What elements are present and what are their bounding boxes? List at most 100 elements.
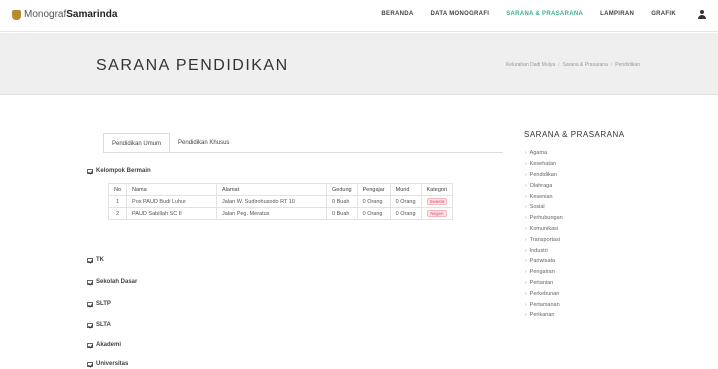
top-navbar: Monograf Samarinda BERANDA DATA MONOGRAF… bbox=[0, 0, 718, 32]
main-menu: BERANDA DATA MONOGRAFI SARANA & PRASARAN… bbox=[364, 11, 676, 17]
sidebar-item-sosial[interactable]: › Sosial bbox=[525, 202, 685, 213]
sidebar-item-olahraga[interactable]: › Olahraga bbox=[525, 180, 685, 191]
cell-alamat: Jalan Peg. Meratus bbox=[216, 207, 328, 220]
col-header-alamat: Alamat bbox=[216, 183, 328, 196]
chevron-right-icon: › bbox=[525, 236, 527, 243]
breadcrumb: Kelurahan Dadi Mulya / Sarana & Prasaran… bbox=[505, 62, 640, 68]
section-sekolah-dasar[interactable]: Sekolah Dasar bbox=[87, 279, 137, 285]
checkbox-icon bbox=[87, 361, 93, 367]
chevron-right-icon: › bbox=[525, 193, 527, 200]
chevron-right-icon: › bbox=[525, 279, 527, 286]
sidebar-item-label: Pendidikan bbox=[529, 171, 557, 178]
brand-name-light: Monograf bbox=[24, 9, 67, 20]
checkbox-icon bbox=[87, 168, 93, 174]
cell-murid: 0 Orang bbox=[389, 207, 422, 220]
cell-no: 2 bbox=[107, 207, 128, 220]
sidebar-item-label: Pertanian bbox=[529, 279, 554, 286]
sidebar-item-perikanan[interactable]: › Perikanan bbox=[525, 310, 685, 321]
sidebar-item-komunikasi[interactable]: › Komunikasi bbox=[525, 224, 685, 235]
sidebar-item-pertanian[interactable]: › Pertanian bbox=[525, 278, 685, 289]
table-header-row: No Nama Alamat Gedung Pengajar Murid Kat… bbox=[107, 183, 454, 196]
table-row: 2 PAUD Sabillah SC II Jalan Peg. Meratus… bbox=[107, 207, 454, 220]
chevron-right-icon: › bbox=[525, 301, 527, 308]
col-header-nama: Nama bbox=[126, 183, 218, 196]
breadcrumb-item-kelurahan[interactable]: Kelurahan Dadi Mulya bbox=[506, 62, 555, 68]
section-tk[interactable]: TK bbox=[87, 257, 104, 263]
tab-pendidikan-khusus[interactable]: Pendidikan Khusus bbox=[170, 133, 237, 153]
tab-bar: Pendidikan Umum Pendidikan Khusus bbox=[103, 133, 237, 153]
chevron-right-icon: › bbox=[525, 182, 527, 189]
checkbox-icon bbox=[87, 342, 93, 348]
col-header-no: No bbox=[107, 183, 128, 196]
checkbox-icon bbox=[87, 301, 93, 307]
user-icon[interactable] bbox=[698, 10, 706, 20]
cell-alamat: Jalan W. Sudirohusodo RT 10 bbox=[216, 195, 328, 208]
page-title: SARANA PENDIDIKAN bbox=[96, 57, 289, 74]
sidebar-item-label: Pariwisata bbox=[529, 258, 556, 265]
col-header-murid: Murid bbox=[389, 183, 422, 196]
menu-item-grafik[interactable]: GRAFIK bbox=[651, 11, 676, 17]
city-emblem-icon bbox=[12, 9, 21, 20]
chevron-right-icon: › bbox=[525, 258, 527, 265]
sidebar-item-perkebunan[interactable]: › Perkebunan bbox=[525, 288, 685, 299]
cell-gedung: 0 Buah bbox=[326, 207, 358, 220]
breadcrumb-item-current: Pendidikan bbox=[615, 62, 640, 68]
chevron-right-icon: › bbox=[525, 161, 527, 168]
sidebar-item-pendidikan[interactable]: › Pendidikan bbox=[525, 170, 685, 181]
sidebar-item-kesenian[interactable]: › Kesenian bbox=[525, 191, 685, 202]
section-universitas[interactable]: Universitas bbox=[87, 361, 128, 367]
chevron-right-icon: › bbox=[525, 215, 527, 222]
chevron-right-icon: › bbox=[525, 290, 527, 297]
section-label: Kelompok Bermain bbox=[96, 168, 151, 174]
menu-item-beranda[interactable]: BERANDA bbox=[381, 11, 413, 17]
brand-name-bold: Samarinda bbox=[66, 9, 118, 20]
chevron-right-icon: › bbox=[525, 225, 527, 232]
tab-pendidikan-umum[interactable]: Pendidikan Umum bbox=[103, 133, 171, 153]
cell-murid: 0 Orang bbox=[389, 195, 422, 208]
checkbox-icon bbox=[87, 322, 93, 328]
sidebar-item-label: Kesehatan bbox=[529, 161, 556, 168]
section-kelompok-bermain[interactable]: Kelompok Bermain bbox=[87, 168, 151, 174]
section-label: Universitas bbox=[96, 361, 129, 367]
sidebar-item-kesehatan[interactable]: › Kesehatan bbox=[525, 159, 685, 170]
cell-no: 1 bbox=[107, 195, 128, 208]
menu-item-sarana-prasarana[interactable]: SARANA & PRASARANA bbox=[506, 11, 583, 17]
cell-nama: PAUD Sabillah SC II bbox=[126, 207, 218, 220]
sidebar-item-transportasi[interactable]: › Transportasi bbox=[525, 234, 685, 245]
sidebar-nav: › Agama › Kesehatan › Pendidikan › Olahraga … bbox=[525, 148, 685, 321]
sidebar-item-agama[interactable]: › Agama bbox=[525, 148, 685, 159]
cell-nama: Pos PAUD Budi Luhur bbox=[126, 195, 218, 208]
sidebar-item-label: Perikanan bbox=[529, 312, 555, 319]
table-row: 1 Pos PAUD Budi Luhur Jalan W. Sudirohus… bbox=[107, 195, 454, 208]
sidebar-item-label: Komunikasi bbox=[529, 225, 559, 232]
section-label: Akademi bbox=[96, 342, 122, 348]
section-akademi[interactable]: Akademi bbox=[87, 342, 121, 348]
cell-pengajar: 0 Orang bbox=[356, 207, 391, 220]
cell-gedung: 0 Buah bbox=[326, 195, 358, 208]
col-header-gedung: Gedung bbox=[326, 183, 358, 196]
sidebar-item-pengairan[interactable]: › Pengairan bbox=[525, 267, 685, 278]
checkbox-icon bbox=[87, 257, 93, 263]
sidebar-item-industri[interactable]: › Industri bbox=[525, 245, 685, 256]
menu-item-lampiran[interactable]: LAMPIRAN bbox=[600, 11, 634, 17]
chevron-right-icon: › bbox=[525, 269, 527, 276]
sidebar-item-label: Pengairan bbox=[529, 269, 555, 276]
brand-logo[interactable]: Monograf Samarinda bbox=[12, 9, 117, 20]
sidebar-item-label: Sosial bbox=[529, 204, 545, 211]
menu-item-data-monografi[interactable]: DATA MONOGRAFI bbox=[431, 11, 490, 17]
sidebar-item-label: Olahraga bbox=[529, 182, 553, 189]
sidebar-item-pertamanan[interactable]: › Pertamanan bbox=[525, 299, 685, 310]
section-label: Sekolah Dasar bbox=[96, 279, 138, 285]
section-slta[interactable]: SLTA bbox=[87, 322, 111, 328]
sidebar-item-label: Perkebunan bbox=[529, 290, 560, 297]
chevron-right-icon: › bbox=[525, 204, 527, 211]
breadcrumb-item-sarana[interactable]: Sarana & Prasarana bbox=[563, 62, 608, 68]
section-sltp[interactable]: SLTP bbox=[87, 301, 111, 307]
sidebar-item-label: Perhubungan bbox=[529, 215, 563, 222]
sidebar-title: SARANA & PRASARANA bbox=[524, 130, 625, 139]
cell-kategori: Negeri bbox=[420, 207, 454, 220]
chevron-right-icon: › bbox=[525, 312, 527, 319]
sidebar-item-perhubungan[interactable]: › Perhubungan bbox=[525, 213, 685, 224]
sidebar-item-pariwisata[interactable]: › Pariwisata bbox=[525, 256, 685, 267]
sidebar-item-label: Transportasi bbox=[529, 236, 561, 243]
